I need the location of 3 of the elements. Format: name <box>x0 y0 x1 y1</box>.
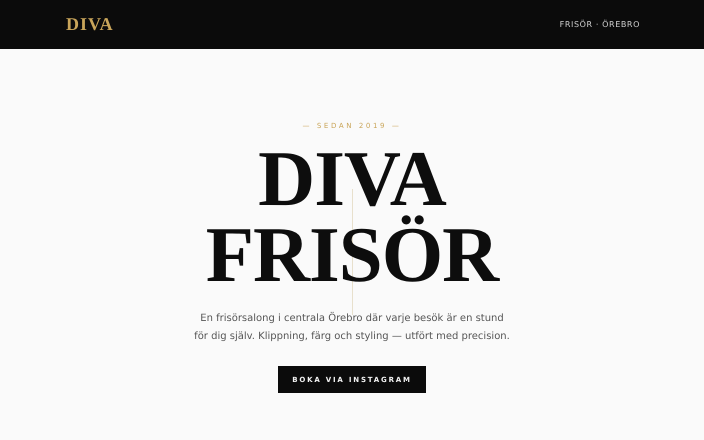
logo[interactable]: DIVA <box>66 14 114 35</box>
header-tagline: FRISÖR · ÖREBRO <box>560 20 640 29</box>
hero-description: En frisörsalong i centrala Örebro där varje besök är en stund för dig själv. Klippning, färg och styling — utfört med precision. <box>193 310 511 344</box>
